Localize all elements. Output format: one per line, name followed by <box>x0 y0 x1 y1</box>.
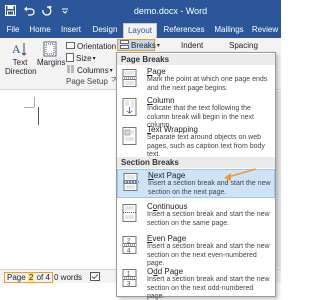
orientation-button[interactable]: Orientation ▾ <box>66 41 120 52</box>
page-break-icon <box>122 69 138 87</box>
margins-icon <box>37 41 63 57</box>
tab-design[interactable]: Design <box>88 23 122 38</box>
window-title: demo.docx - Word <box>133 6 208 16</box>
columns-button[interactable]: Columns ▾ <box>66 65 113 76</box>
indent-header: Indent <box>181 41 204 50</box>
svg-text:A: A <box>12 42 21 56</box>
menu-item-next-page[interactable]: Next Page Insert a section break and sta… <box>117 167 275 198</box>
menu-item-title: Odd Page <box>147 267 184 276</box>
chevron-down-icon: ▾ <box>156 42 160 49</box>
menu-item-description: Separate text around objects on web page… <box>147 134 265 158</box>
margin-mark <box>34 97 35 107</box>
menu-item-page-break[interactable]: Page Mark the point at which one page en… <box>117 66 275 93</box>
menu-item-title: Next Page <box>148 171 186 180</box>
text-cursor <box>38 107 39 125</box>
menu-item-even-page[interactable]: 24 Even Page Insert a section break and … <box>117 233 275 267</box>
menu-item-title: Even Page <box>147 234 187 243</box>
chevron-down-icon: ▾ <box>92 56 96 62</box>
menu-item-title: Column <box>147 96 175 105</box>
proofing-icon[interactable] <box>90 272 100 281</box>
orientation-icon <box>66 41 75 52</box>
menu-item-column-break[interactable]: Column Indicate that the text following … <box>117 95 275 129</box>
next-page-break-icon <box>123 173 139 191</box>
margin-mark <box>24 107 34 108</box>
menu-item-description: Mark the point at which one page ends an… <box>147 76 268 92</box>
spacing-header: Spacing <box>229 41 258 50</box>
size-button[interactable]: Size ▾ <box>66 53 96 64</box>
text-wrapping-break-icon <box>122 127 138 145</box>
page-suffix: of 4 <box>36 273 50 282</box>
tab-review[interactable]: Review <box>250 23 280 38</box>
breaks-button[interactable]: Breaks ▾ <box>117 39 160 51</box>
column-break-icon <box>122 98 138 116</box>
text-direction-label: Text Direction <box>5 58 37 76</box>
group-label-page-setup: Page Setup <box>66 77 108 86</box>
document-page[interactable] <box>0 91 118 268</box>
word-count[interactable]: 0 words <box>54 273 82 282</box>
section-header-page-breaks: Page Breaks <box>117 54 275 65</box>
text-direction-icon: A <box>5 41 35 57</box>
ribbon-tabs: File Home Insert Design Layout Reference… <box>0 22 281 38</box>
menu-item-continuous[interactable]: Continuous Insert a section break and st… <box>117 201 275 229</box>
orientation-label: Orientation <box>77 42 117 51</box>
margins-button[interactable]: Margins <box>37 41 66 67</box>
text-direction-button[interactable]: A Text Direction <box>5 41 37 76</box>
title-bar: demo.docx - Word <box>0 0 281 22</box>
tab-layout[interactable]: Layout <box>123 23 157 38</box>
tab-insert[interactable]: Insert <box>56 23 86 38</box>
columns-icon <box>66 65 75 76</box>
menu-item-odd-page[interactable]: 13 Odd Page Insert a section break and s… <box>117 266 275 300</box>
tab-file[interactable]: File <box>4 23 22 38</box>
breaks-dropdown-menu: Page Breaks Page Mark the point at which… <box>116 52 276 300</box>
tab-references[interactable]: References <box>160 23 208 38</box>
even-page-break-icon: 24 <box>122 236 138 255</box>
size-icon <box>66 53 74 64</box>
breaks-icon <box>120 39 129 51</box>
size-label: Size <box>76 54 92 63</box>
menu-item-text-wrapping-break[interactable]: Text Wrapping Separate text around objec… <box>117 124 275 158</box>
current-page-number: 2 <box>27 273 35 282</box>
pointer-arrow-icon <box>218 167 258 185</box>
menu-item-description: Insert a section break and start the new… <box>147 243 270 267</box>
chevron-down-icon: ▾ <box>109 68 113 74</box>
margins-label: Margins <box>37 58 66 67</box>
menu-item-title: Page <box>147 67 166 76</box>
menu-item-title: Continuous <box>147 202 188 211</box>
odd-page-break-icon: 13 <box>122 269 138 288</box>
breaks-label: Breaks <box>131 40 156 50</box>
tab-mailings[interactable]: Mailings <box>210 23 248 38</box>
columns-label: Columns <box>77 66 109 75</box>
menu-item-title: Text Wrapping <box>147 125 198 134</box>
continuous-break-icon <box>122 204 138 222</box>
menu-item-description: Insert a section break and start the new… <box>147 211 270 227</box>
tab-home[interactable]: Home <box>26 23 54 38</box>
page-indicator[interactable]: Page 2 of 4 <box>4 272 53 283</box>
menu-item-description: Insert a section break and start the new… <box>147 276 270 300</box>
page-prefix: Page <box>7 273 26 282</box>
